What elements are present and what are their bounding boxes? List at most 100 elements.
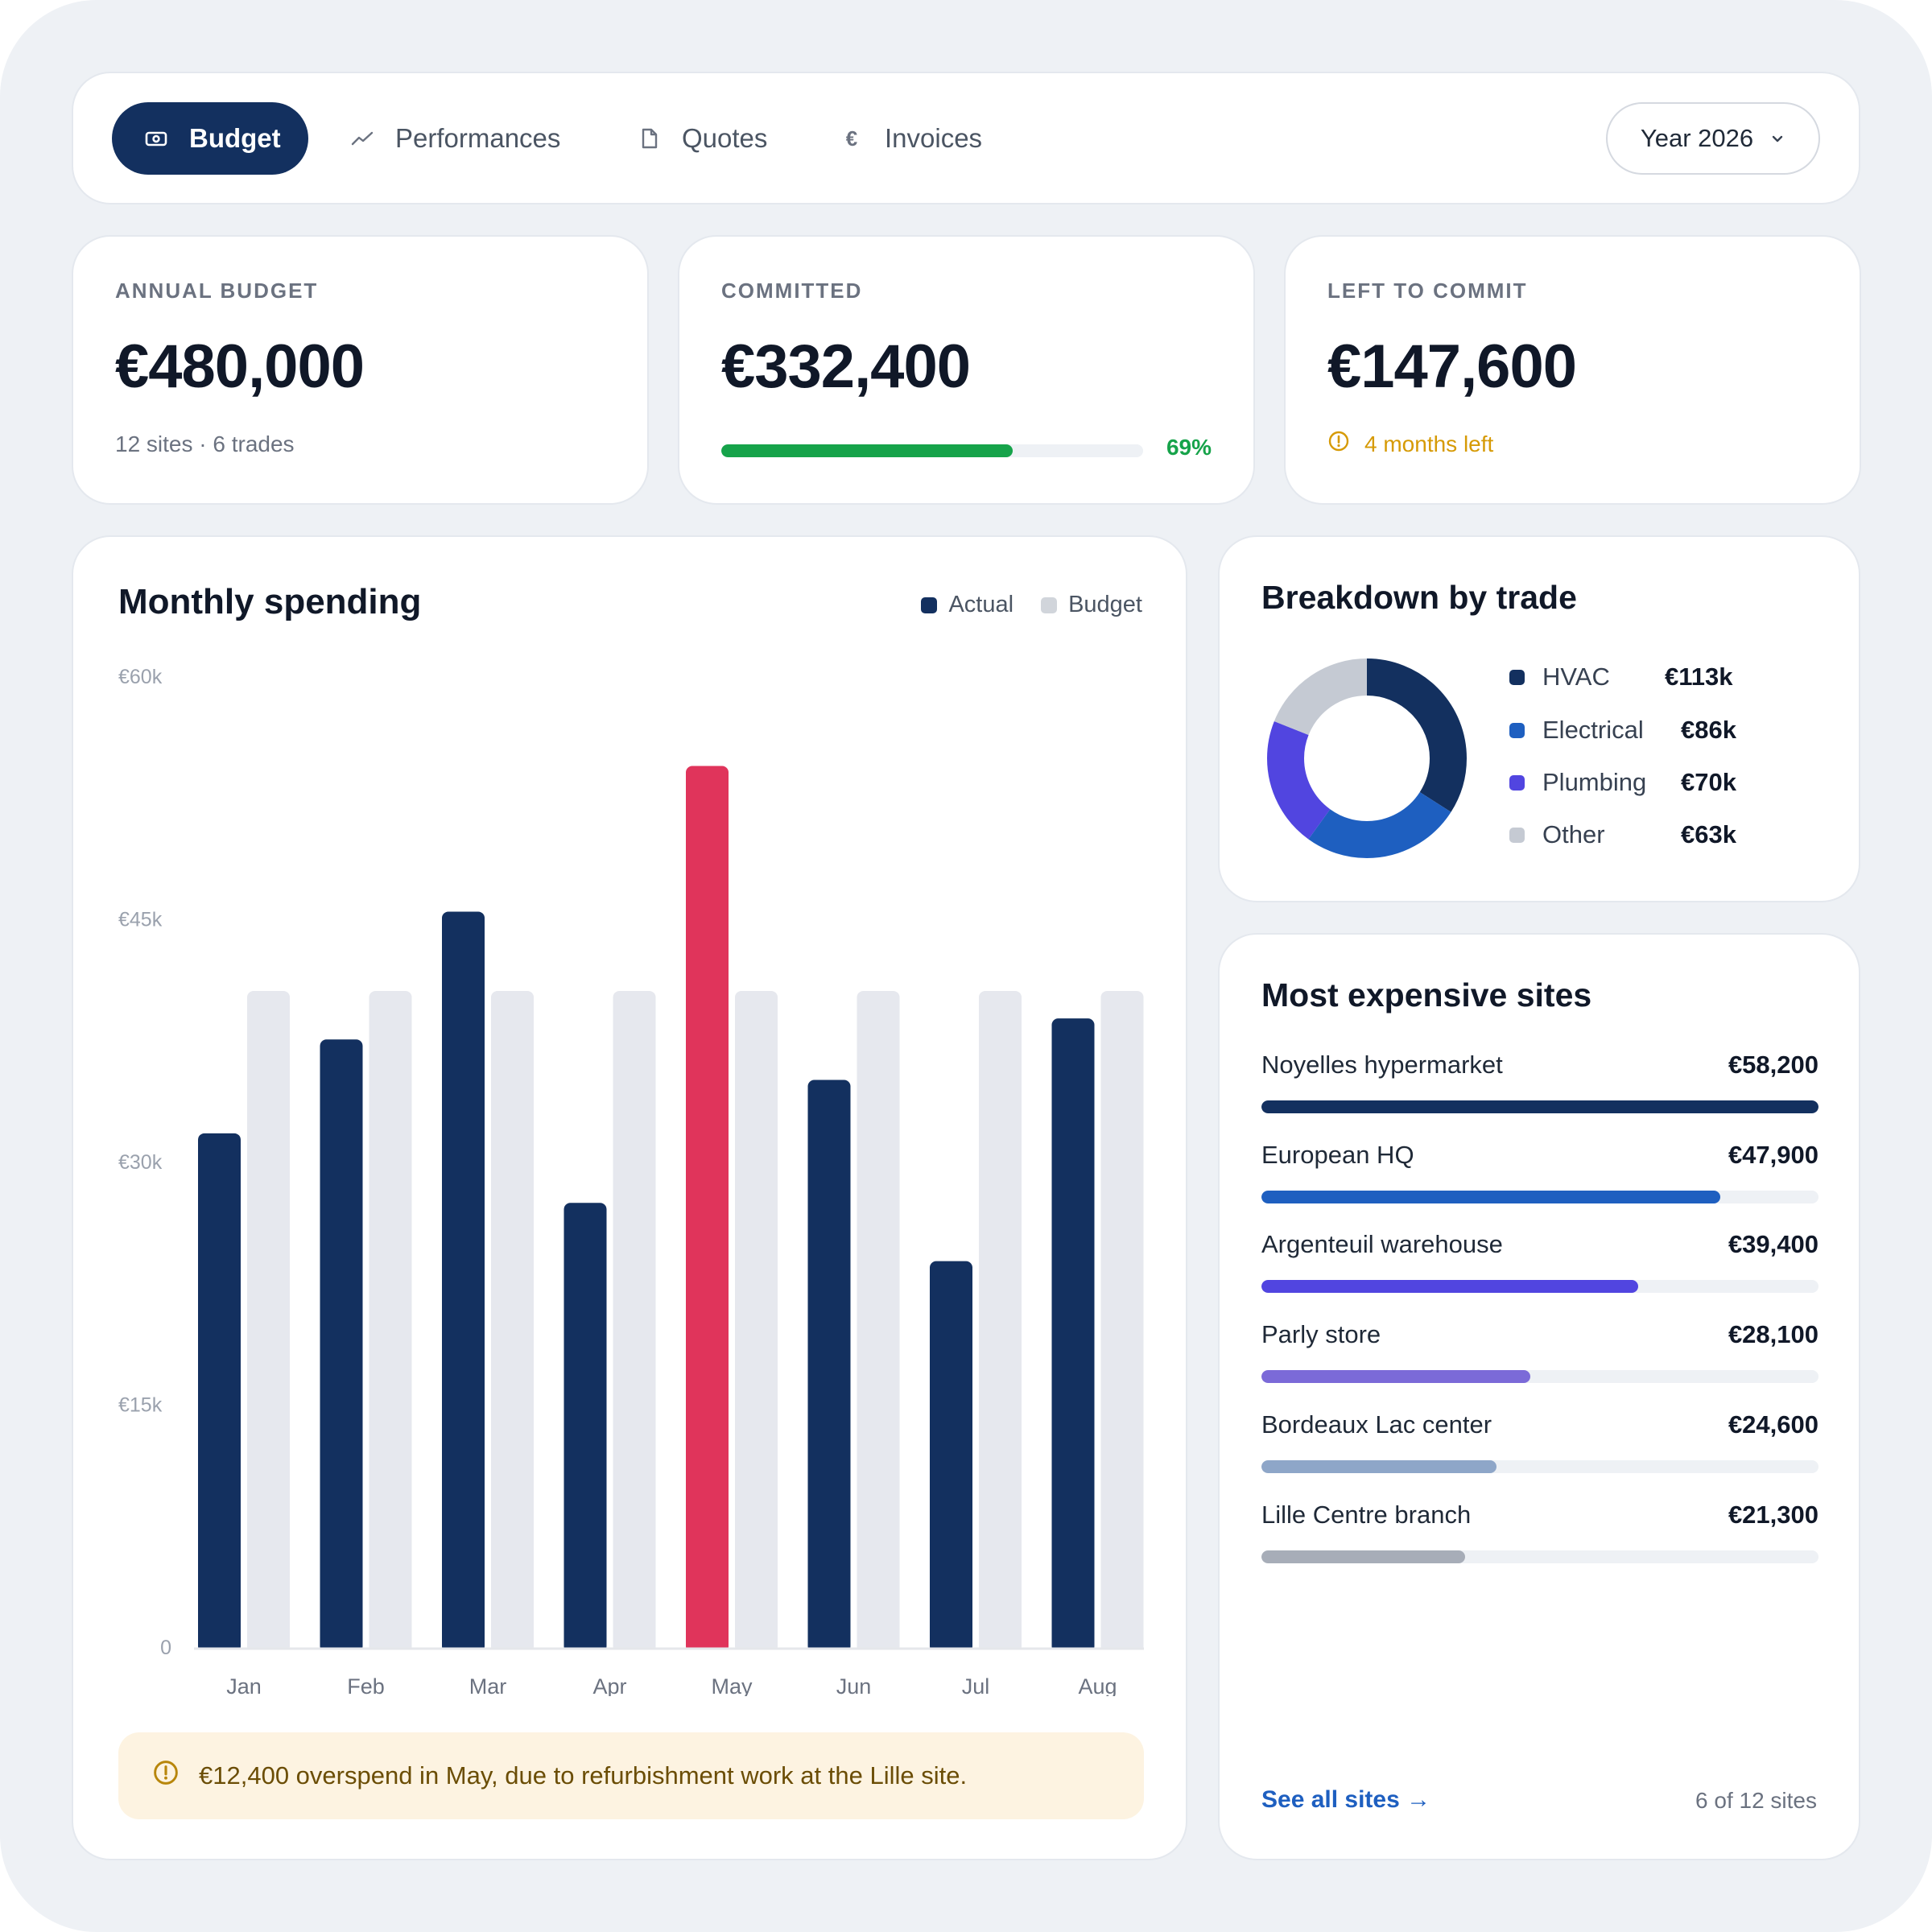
kpi-label: ANNUAL BUDGET — [115, 279, 319, 303]
site-bar-fill — [1261, 1550, 1466, 1563]
x-tick-label: Feb — [347, 1674, 385, 1696]
tab-quotes[interactable]: Quotes — [637, 102, 767, 175]
budget-bar-mar — [491, 990, 534, 1653]
kpi-committed: COMMITTED €332,400 69% — [678, 235, 1255, 505]
site-bar-track — [1261, 1460, 1818, 1473]
tab-label: Invoices — [885, 123, 983, 153]
sites-title: Most expensive sites — [1261, 976, 1592, 1013]
trade-name: Other — [1542, 820, 1605, 848]
site-amount: €58,200 — [1728, 1051, 1818, 1079]
committed-progress-fill — [721, 444, 1013, 457]
trend-icon — [350, 126, 374, 151]
site-row[interactable]: Parly store €28,100 — [1261, 1320, 1818, 1383]
document-icon — [637, 126, 661, 151]
actual-bar-apr — [564, 1203, 607, 1653]
legend-swatch — [1509, 827, 1525, 843]
x-tick-label: Jun — [836, 1674, 872, 1696]
kpi-annual-budget: ANNUAL BUDGET €480,000 12 sites · 6 trad… — [72, 235, 649, 505]
tab-label: Budget — [189, 123, 281, 153]
euro-icon: € — [845, 126, 858, 151]
site-amount: €24,600 — [1728, 1410, 1818, 1439]
tab-performances[interactable]: Performances — [350, 102, 560, 175]
alert-circle-icon — [1327, 430, 1350, 458]
breakdown-card: Breakdown by trade HVAC €113k Electrical… — [1218, 535, 1860, 902]
site-row[interactable]: European HQ €47,900 — [1261, 1141, 1818, 1203]
months-left-text: 4 months left — [1364, 431, 1494, 456]
x-tick-label: Jul — [962, 1674, 990, 1696]
trade-amount: €86k — [1681, 716, 1736, 744]
trade-amount: €70k — [1681, 768, 1736, 796]
y-tick-label: €30k — [118, 1151, 163, 1174]
x-tick-label: Aug — [1078, 1674, 1117, 1696]
overspend-alert: €12,400 overspend in May, due to refurbi… — [118, 1732, 1144, 1819]
budget-bar-aug — [1100, 990, 1144, 1653]
breakdown-title: Breakdown by trade — [1261, 579, 1577, 616]
monthly-spending-card: Monthly spending Actual Budget 0 €15k €30k… — [72, 535, 1187, 1860]
y-tick-label: €45k — [118, 909, 163, 931]
tab-budget[interactable]: Budget — [112, 102, 308, 175]
trade-name: HVAC — [1542, 663, 1610, 691]
alert-text: €12,400 overspend in May, due to refurbi… — [199, 1761, 968, 1790]
site-bar-track — [1261, 1280, 1818, 1293]
site-bar-fill — [1261, 1460, 1497, 1473]
tab-label: Quotes — [682, 123, 768, 153]
dashboard: Budget Performances Quotes € Invoices Ye… — [0, 0, 1932, 1932]
trade-amount: €113k — [1665, 663, 1733, 691]
tab-invoices[interactable]: € Invoices — [840, 102, 982, 175]
actual-bar-mar — [442, 911, 485, 1653]
budget-bar-feb — [369, 990, 412, 1653]
chevron-down-icon — [1769, 124, 1785, 153]
alert-circle-icon — [152, 1759, 180, 1793]
site-bar-track — [1261, 1191, 1818, 1203]
trade-name: Plumbing — [1542, 768, 1647, 796]
x-tick-label: Jan — [226, 1674, 262, 1696]
actual-bar-may — [686, 766, 729, 1653]
top-nav: Budget Performances Quotes € Invoices Ye… — [72, 72, 1860, 204]
breakdown-item-electrical: Electrical €86k — [1509, 716, 1736, 745]
expensive-sites-card: Most expensive sites Noyelles hypermarke… — [1218, 933, 1860, 1860]
site-bar-fill — [1261, 1191, 1720, 1203]
budget-bar-jan — [247, 990, 290, 1653]
budget-bar-jun — [857, 990, 900, 1653]
site-bar-fill — [1261, 1100, 1818, 1113]
site-amount: €21,300 — [1728, 1501, 1818, 1529]
x-tick-label: Apr — [592, 1674, 626, 1696]
actual-bar-jun — [807, 1080, 851, 1653]
x-tick-label: May — [711, 1674, 753, 1696]
trade-donut-chart — [1267, 658, 1467, 858]
site-row[interactable]: Argenteuil warehouse €39,400 — [1261, 1230, 1818, 1293]
kpi-subtext: 12 sites · 6 trades — [115, 431, 295, 456]
x-tick-label: Mar — [469, 1674, 507, 1696]
trade-amount: €63k — [1681, 820, 1736, 848]
kpi-value: €147,600 — [1327, 332, 1577, 401]
site-amount: €39,400 — [1728, 1230, 1818, 1258]
breakdown-item-hvac: HVAC €113k — [1509, 663, 1733, 691]
budget-bar-jul — [979, 990, 1022, 1653]
bar-chart: 0 €15k €30k €45k €60k Jan Feb Mar Apr May Jun Jul Au… — [118, 666, 1144, 1696]
site-bar-fill — [1261, 1370, 1531, 1383]
breakdown-item-plumbing: Plumbing €70k — [1509, 768, 1736, 797]
months-left-note: 4 months left — [1327, 430, 1493, 458]
budget-bar-apr — [613, 990, 656, 1653]
site-row[interactable]: Bordeaux Lac center €24,600 — [1261, 1410, 1818, 1473]
actual-bar-aug — [1051, 1018, 1095, 1653]
kpi-label: COMMITTED — [721, 279, 863, 303]
site-row[interactable]: Lille Centre branch €21,300 — [1261, 1501, 1818, 1563]
year-select[interactable]: Year 2026 — [1606, 102, 1820, 175]
actual-bar-jul — [930, 1261, 972, 1653]
site-bar-track — [1261, 1100, 1818, 1113]
committed-percent: 69% — [1166, 435, 1212, 460]
tab-label: Performances — [395, 123, 561, 153]
kpi-label: LEFT TO COMMIT — [1327, 279, 1528, 303]
trade-name: Electrical — [1542, 716, 1644, 744]
y-tick-label: 0 — [160, 1637, 171, 1659]
see-all-sites-link[interactable]: See all sites → — [1261, 1786, 1430, 1814]
y-tick-label: €15k — [118, 1394, 163, 1417]
sites-count: 6 of 12 sites — [1695, 1788, 1817, 1813]
site-amount: €47,900 — [1728, 1141, 1818, 1169]
legend-swatch — [1509, 722, 1525, 738]
site-bar-track — [1261, 1550, 1818, 1563]
site-bar-fill — [1261, 1280, 1639, 1293]
budget-bar-may — [735, 990, 778, 1653]
site-row[interactable]: Noyelles hypermarket €58,200 — [1261, 1051, 1818, 1113]
